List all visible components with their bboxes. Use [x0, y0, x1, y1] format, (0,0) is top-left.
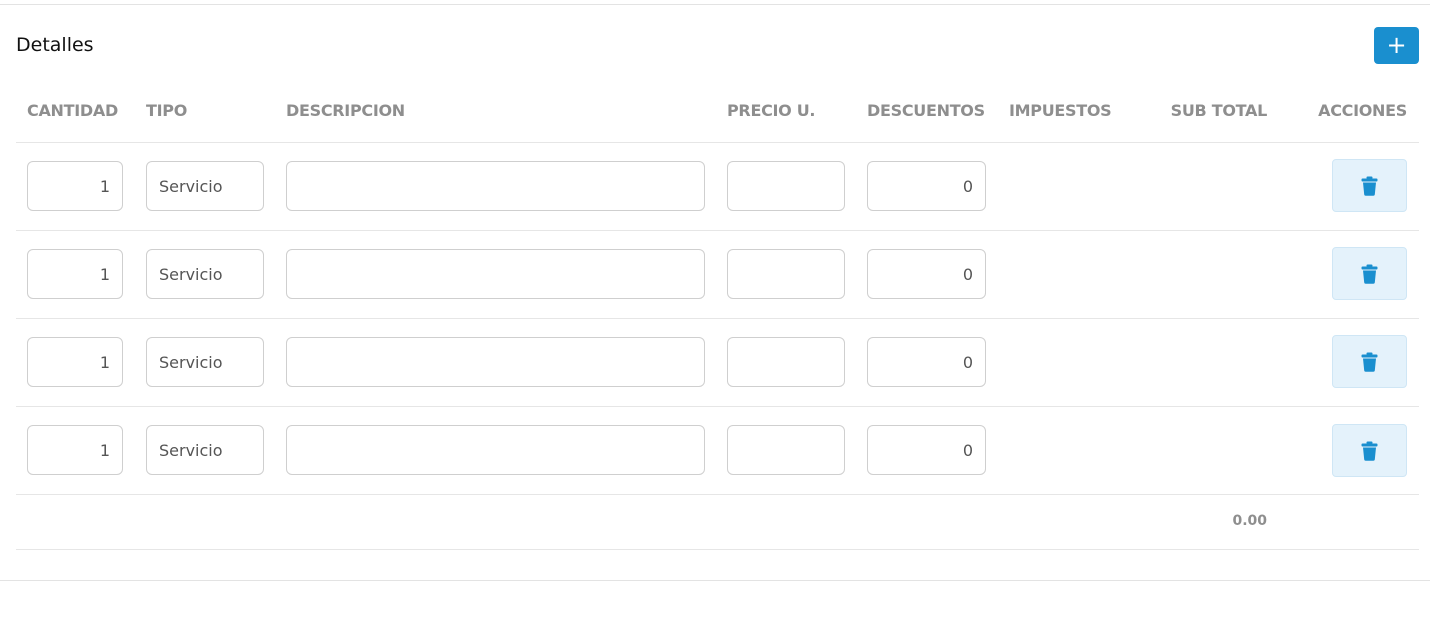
row-divider — [16, 230, 1419, 231]
description-input[interactable] — [286, 249, 705, 299]
totals-divider — [16, 549, 1419, 550]
column-header-tipo: TIPO — [146, 101, 187, 120]
row-divider — [16, 318, 1419, 319]
discount-input[interactable] — [867, 161, 986, 211]
header-divider — [16, 142, 1419, 143]
column-header-descuentos: DESCUENTOS — [867, 101, 985, 120]
delete-row-button[interactable] — [1332, 247, 1407, 300]
delete-row-button[interactable] — [1332, 159, 1407, 212]
trash-icon — [1361, 264, 1378, 284]
column-header-cantidad: CANTIDAD — [27, 101, 118, 120]
discount-input[interactable] — [867, 337, 986, 387]
trash-icon — [1361, 176, 1378, 196]
description-input[interactable] — [286, 337, 705, 387]
subtotal-total: 0.00 — [1232, 513, 1267, 529]
column-header-precio: PRECIO U. — [727, 101, 816, 120]
quantity-input[interactable] — [27, 337, 123, 387]
unit-price-input[interactable] — [727, 161, 845, 211]
description-input[interactable] — [286, 161, 705, 211]
type-input[interactable] — [146, 337, 264, 387]
trash-icon — [1361, 441, 1378, 461]
description-input[interactable] — [286, 425, 705, 475]
row-divider — [16, 406, 1419, 407]
unit-price-input[interactable] — [727, 425, 845, 475]
column-header-subtotal: SUB TOTAL — [1170, 101, 1268, 120]
unit-price-input[interactable] — [727, 249, 845, 299]
section-title: Detalles — [16, 34, 94, 56]
type-input[interactable] — [146, 425, 264, 475]
discount-input[interactable] — [867, 425, 986, 475]
delete-row-button[interactable] — [1332, 424, 1407, 477]
unit-price-input[interactable] — [727, 337, 845, 387]
type-input[interactable] — [146, 249, 264, 299]
type-input[interactable] — [146, 161, 264, 211]
column-header-impuestos: IMPUESTOS — [1009, 101, 1112, 120]
column-header-descripcion: DESCRIPCION — [286, 101, 405, 120]
quantity-input[interactable] — [27, 161, 123, 211]
quantity-input[interactable] — [27, 249, 123, 299]
top-divider — [0, 4, 1430, 5]
delete-row-button[interactable] — [1332, 335, 1407, 388]
column-header-acciones: ACCIONES — [1318, 101, 1407, 120]
plus-icon: + — [1386, 31, 1407, 59]
row-divider — [16, 494, 1419, 495]
details-card: Detalles + CANTIDAD TIPO DESCRIPCION PRE… — [0, 0, 1430, 632]
quantity-input[interactable] — [27, 425, 123, 475]
discount-input[interactable] — [867, 249, 986, 299]
add-row-button[interactable]: + — [1374, 27, 1419, 64]
bottom-divider — [0, 580, 1430, 581]
trash-icon — [1361, 352, 1378, 372]
